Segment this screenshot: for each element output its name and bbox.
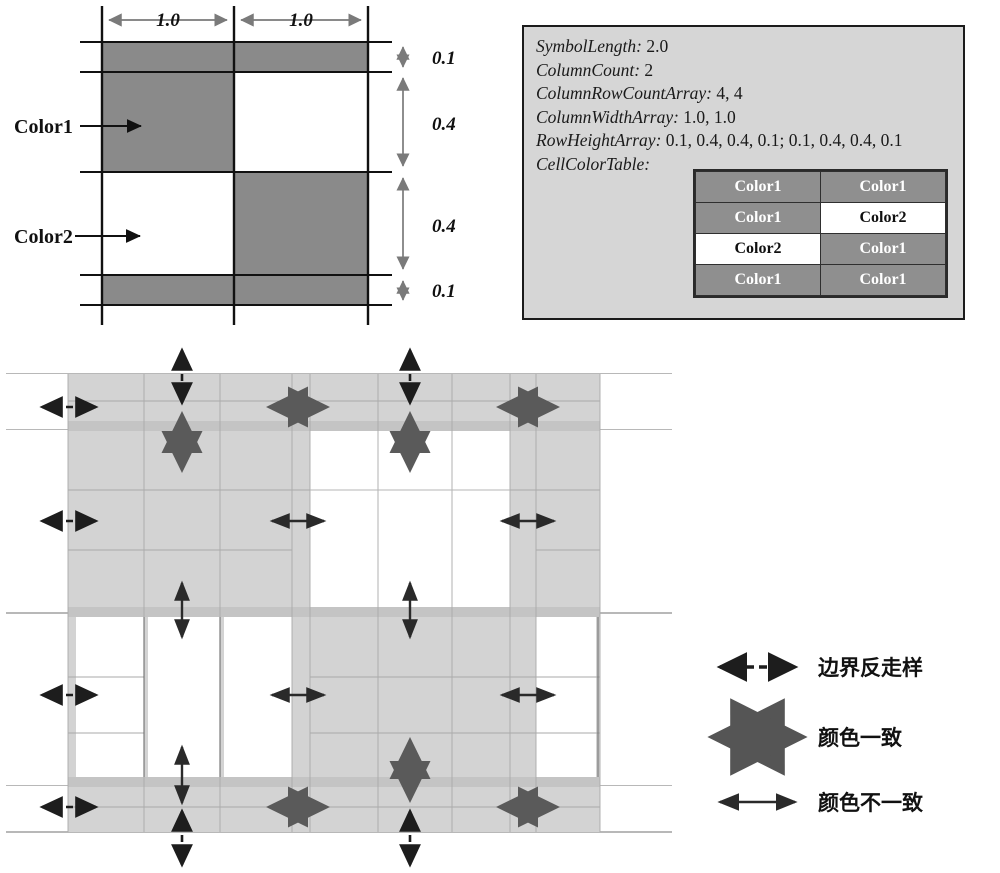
legend: 边界反走样 颜色一致 颜色不一致 [700,630,1000,850]
row-height-label-2: 0.4 [432,114,456,135]
spec-value: 2.0 [646,36,669,56]
spec-value: 2 [644,59,654,80]
legend-label-color-consistent: 颜色一致 [818,726,903,750]
spec-value: 1.0, 1.0 [683,106,736,127]
legend-label-color-inconsistent: 颜色不一致 [818,791,924,815]
table-cell: Color1 [820,171,946,203]
spec-key: ColumnWidthArray: [536,106,679,127]
spec-value: 4, 4 [716,83,743,103]
antialias-svg [0,347,672,868]
column-width-label-2: 1.0 [289,10,313,31]
spec-line: ColumnWidthArray: 1.0, 1.0 [536,106,966,130]
table-cell: Color1 [820,264,946,296]
table-cell: Color1 [695,171,821,203]
table-cell: Color1 [695,202,821,234]
spec-line: SymbolLength: 2.0 [536,35,966,59]
spec-key: SymbolLength: [536,36,642,56]
spec-line-list: SymbolLength: 2.0 ColumnCount: 2 ColumnR… [536,35,966,176]
row-height-label-1: 0.1 [432,48,456,69]
table-cell: Color2 [820,202,946,234]
table-row: Color1 Color1 [695,171,946,203]
legend-label-boundary-antialias: 边界反走样 [818,656,923,680]
symbol-cell-diagram: 1.0 1.0 0.1 0.4 0.4 0.1 Color1 Color2 [0,0,500,330]
spec-key: ColumnRowCountArray: [536,83,712,103]
spec-key: RowHeightArray: [536,130,662,150]
column-width-label-1: 1.0 [156,10,180,31]
symbol-cell-svg: 1.0 1.0 0.1 0.4 0.4 0.1 Color1 Color2 [14,6,456,325]
color2-label: Color2 [14,226,73,248]
cell-color-table: Color1 Color1 Color1 Color2 Color2 Color… [693,169,948,298]
symbol-spec-panel: SymbolLength: 2.0 ColumnCount: 2 ColumnR… [522,25,965,320]
table-cell: Color1 [820,233,946,265]
spec-line: ColumnCount: 2 [536,59,966,83]
antialias-diagram [0,345,700,873]
table-cell: Color1 [695,264,821,296]
spec-line: ColumnRowCountArray: 4, 4 [536,82,966,106]
spec-key: ColumnCount: [536,59,641,80]
figure-canvas: 1.0 1.0 0.1 0.4 0.4 0.1 Color1 Color2 Sy… [0,0,1000,873]
spec-key: CellColorTable: [536,153,651,174]
table-cell: Color2 [695,233,821,265]
row-height-label-4: 0.1 [432,281,456,302]
spec-value: 0.1, 0.4, 0.4, 0.1; 0.1, 0.4, 0.4, 0.1 [665,130,903,150]
color1-label: Color1 [14,116,73,138]
spec-line: RowHeightArray: 0.1, 0.4, 0.4, 0.1; 0.1,… [536,129,966,153]
table-row: Color1 Color1 [695,264,946,296]
row-height-label-3: 0.4 [432,216,456,237]
table-row: Color2 Color1 [695,233,946,265]
legend-svg: 边界反走样 颜色一致 颜色不一致 [707,652,924,815]
table-row: Color1 Color2 [695,202,946,234]
